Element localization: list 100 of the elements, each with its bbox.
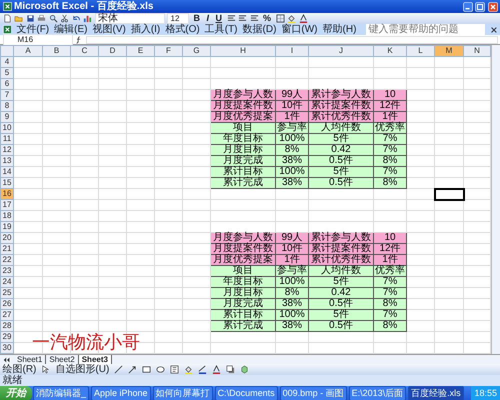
menu-item[interactable]: 数据(D) xyxy=(242,24,276,36)
maximize-icon[interactable] xyxy=(475,2,485,12)
percent-button[interactable]: % xyxy=(261,13,274,24)
printer-icon[interactable] xyxy=(37,14,46,23)
taskbar-button[interactable]: 009.bmp - 画图 xyxy=(280,386,347,400)
row-number[interactable]: 17 xyxy=(0,200,14,210)
paint-bucket-icon[interactable] xyxy=(184,365,194,374)
row-number[interactable]: 28 xyxy=(0,320,14,332)
paint-bucket-icon[interactable] xyxy=(287,14,296,23)
close-icon[interactable] xyxy=(490,26,498,34)
line-color-icon[interactable] xyxy=(198,365,208,374)
row-number[interactable]: 4 xyxy=(0,56,14,68)
taskbar-button[interactable]: E:\2013\后面 xyxy=(348,386,406,400)
taskbar-button[interactable]: Apple iPhone xyxy=(91,386,151,400)
menu-item[interactable]: 文件(F) xyxy=(16,24,50,36)
shadow-icon[interactable] xyxy=(226,365,236,374)
row-number[interactable]: 13 xyxy=(0,156,14,166)
column-header[interactable]: C xyxy=(70,46,98,56)
floppy-icon[interactable] xyxy=(26,14,34,23)
row-number[interactable]: 9 xyxy=(0,112,14,122)
column-header[interactable]: J xyxy=(308,46,374,56)
row-number[interactable]: 23 xyxy=(0,266,14,276)
minimize-icon[interactable] xyxy=(462,2,472,12)
formula-field[interactable] xyxy=(86,36,498,44)
menu-item[interactable]: 格式(O) xyxy=(165,24,200,36)
font-size-field[interactable]: 12 xyxy=(167,13,189,24)
align-left-icon[interactable] xyxy=(226,14,236,23)
row-number[interactable]: 14 xyxy=(0,166,14,178)
row-number[interactable]: 12 xyxy=(0,144,14,156)
font-color-icon[interactable] xyxy=(212,365,222,374)
column-header[interactable]: B xyxy=(42,46,70,56)
drawing-menu[interactable]: 绘图(R) xyxy=(2,364,36,375)
column-header[interactable]: N xyxy=(464,46,490,56)
table-cell: 累计参与人数 xyxy=(308,90,374,100)
row-number[interactable]: 26 xyxy=(0,298,14,310)
undo-icon[interactable] xyxy=(72,14,80,23)
ellipse-icon[interactable] xyxy=(156,365,166,374)
taskbar-button[interactable]: 消防编辑器_ xyxy=(33,386,90,400)
menu-item[interactable]: 窗口(W) xyxy=(281,24,318,36)
textbox-icon[interactable] xyxy=(170,365,180,374)
borders-icon[interactable] xyxy=(276,14,285,23)
autoshapes-menu[interactable]: 自选图形(U) xyxy=(55,364,110,375)
menu-item[interactable]: 编辑(E) xyxy=(54,24,88,36)
column-header[interactable]: H xyxy=(210,46,276,56)
underline-button[interactable]: U xyxy=(214,13,224,24)
row-number[interactable]: 18 xyxy=(0,210,14,222)
row-number[interactable]: 7 xyxy=(0,90,14,100)
column-header[interactable]: G xyxy=(182,46,210,56)
table-cell: 年度目标 xyxy=(210,276,276,288)
scrollbar[interactable] xyxy=(491,45,500,354)
row-number[interactable]: 11 xyxy=(0,134,14,144)
row-number[interactable]: 21 xyxy=(0,244,14,254)
row-number[interactable]: 29 xyxy=(0,332,14,342)
align-center-icon[interactable] xyxy=(238,14,248,23)
column-header[interactable]: A xyxy=(14,46,42,56)
name-box[interactable]: M16 xyxy=(2,34,72,46)
row-number[interactable]: 30 xyxy=(0,342,14,354)
rectangle-icon[interactable] xyxy=(142,365,152,374)
bold-button[interactable]: B xyxy=(192,13,202,24)
row-number[interactable]: 27 xyxy=(0,310,14,320)
pointer-icon[interactable] xyxy=(41,365,50,374)
taskbar-button[interactable]: 如何向屏幕打 xyxy=(152,386,213,400)
row-number[interactable]: 8 xyxy=(0,100,14,112)
row-number[interactable]: 6 xyxy=(0,78,14,90)
column-header[interactable]: E xyxy=(126,46,154,56)
chart-icon[interactable] xyxy=(83,14,92,23)
arrow-icon[interactable] xyxy=(128,365,138,374)
magnifier-icon[interactable] xyxy=(48,14,58,23)
row-number[interactable]: 19 xyxy=(0,222,14,232)
taskbar-button[interactable]: C:\Documents xyxy=(214,386,278,400)
taskbar-button[interactable]: 百度经验.xls xyxy=(408,386,464,400)
column-header[interactable]: I xyxy=(276,46,308,56)
align-right-icon[interactable] xyxy=(250,14,259,23)
column-header[interactable]: F xyxy=(154,46,182,56)
sheet-tab[interactable]: Sheet3 xyxy=(78,355,112,364)
line-icon[interactable] xyxy=(114,365,124,374)
menu-item[interactable]: 帮助(H) xyxy=(322,24,356,36)
menu-item[interactable]: 工具(T) xyxy=(204,24,238,36)
scissors-icon[interactable] xyxy=(60,14,69,23)
row-number[interactable]: 15 xyxy=(0,178,14,188)
column-header[interactable]: D xyxy=(98,46,126,56)
font-color-icon[interactable] xyxy=(298,14,308,23)
selected-cell[interactable] xyxy=(434,188,464,200)
table-cell: 月度目标 xyxy=(210,288,276,298)
column-header[interactable]: K xyxy=(374,46,406,56)
column-header[interactable]: L xyxy=(406,46,434,56)
table-cell: 0.5件 xyxy=(308,320,374,332)
function-icon[interactable] xyxy=(75,36,83,44)
menu-item[interactable]: 视图(V) xyxy=(92,24,126,36)
row-number[interactable]: 24 xyxy=(0,276,14,288)
row-number[interactable]: 20 xyxy=(0,232,14,244)
row-number[interactable]: 22 xyxy=(0,254,14,266)
column-header[interactable]: M xyxy=(434,46,464,56)
row-number[interactable]: 10 xyxy=(0,122,14,134)
help-field[interactable]: 键入需要帮助的问题 xyxy=(366,24,485,35)
row-number[interactable]: 5 xyxy=(0,68,14,78)
menu-item[interactable]: 插入(I) xyxy=(130,24,160,36)
row-number[interactable]: 25 xyxy=(0,288,14,298)
italic-button[interactable]: I xyxy=(204,13,212,24)
row-number[interactable]: 16 xyxy=(0,188,14,200)
